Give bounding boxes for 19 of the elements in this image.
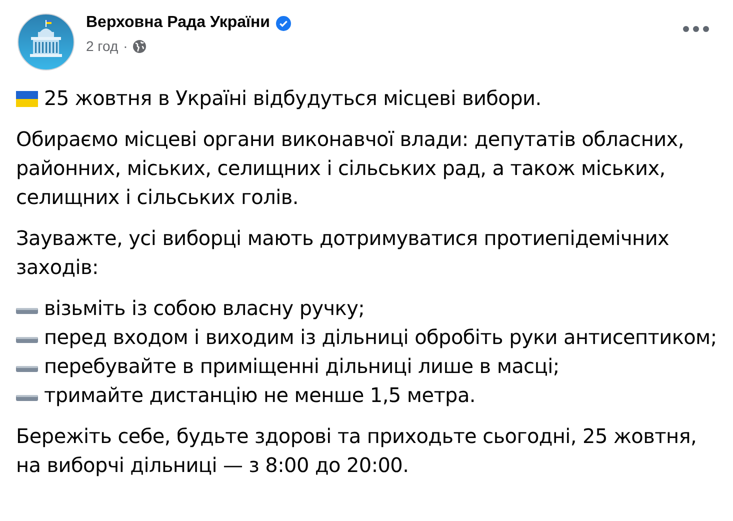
list-item-text: перед входом і виходим із дільниці обробіть руки антисептиком;	[44, 324, 717, 351]
post-time[interactable]: 2 год	[86, 38, 118, 54]
parliament-logo-icon[interactable]	[16, 12, 76, 72]
post-text: Бережіть себе, будьте здорові та приходьте сьогодні, 25 жовтня, на виборчі дільниці — з 8:00 до 20:00.	[16, 423, 698, 479]
list-item-text: візьміть із собою власну ручку;	[44, 295, 365, 322]
ukraine-flag-icon	[16, 91, 38, 107]
minus-icon	[16, 394, 38, 402]
post-text: Зауважте, усі виборці мають дотримуватися протиепідемічних заходів:	[16, 225, 670, 281]
post-text: 25 жовтня в Україні відбудуться місцеві вибори.	[44, 86, 542, 110]
minus-icon	[16, 365, 38, 373]
minus-icon	[16, 336, 38, 344]
list-item-text: тримайте дистанцію не менше 1,5 метра.	[44, 382, 476, 409]
page-name[interactable]: Верховна Рада України	[86, 14, 270, 32]
post-text: Обираємо місцеві органи виконавчої влади: депутатів обласних, районних, міських, селищних і сільських рад, а також міських, селищних і сільських голів.	[16, 126, 685, 211]
minus-icon	[16, 307, 38, 315]
globe-icon	[132, 40, 146, 52]
list-item-text: перебувайте в приміщенні дільниці лише в масці;	[44, 353, 560, 380]
more-icon	[683, 26, 709, 32]
separator-dot: ·	[123, 38, 128, 54]
